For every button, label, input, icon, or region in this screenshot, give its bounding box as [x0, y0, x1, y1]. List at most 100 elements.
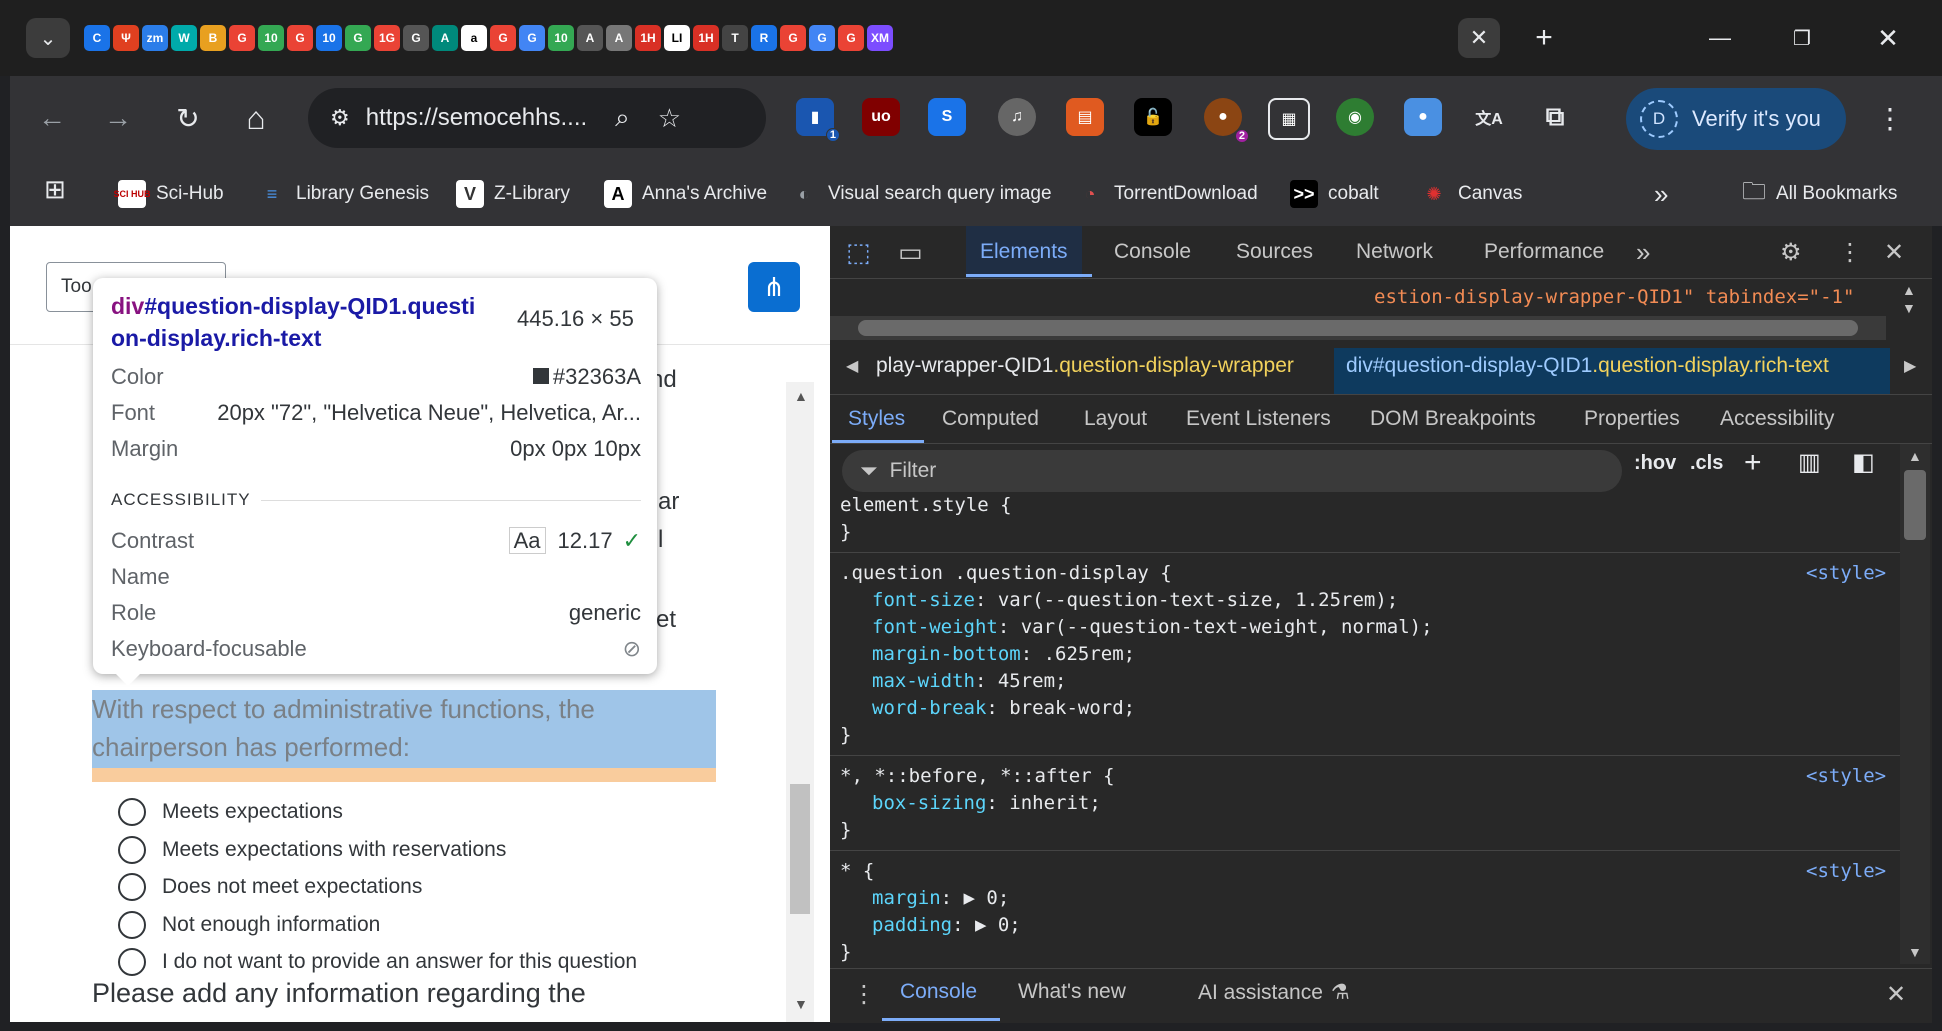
bookmark-item[interactable]: A Anna's Archive: [604, 172, 767, 216]
minimize-button[interactable]: —: [1690, 10, 1750, 66]
drawer-tab[interactable]: Console: [900, 980, 977, 1004]
styles-subtab[interactable]: Properties: [1584, 394, 1680, 444]
css-declaration[interactable]: margin: ▶ 0;: [872, 887, 1009, 909]
radio-button[interactable]: [118, 873, 146, 901]
scroll-down-icon[interactable]: ▼: [794, 996, 808, 1012]
dom-scroll-down-icon[interactable]: ▼: [1902, 300, 1916, 316]
answer-option[interactable]: Meets expectations: [118, 794, 343, 830]
cookie-extension-icon[interactable]: ● 2: [1204, 98, 1248, 142]
star-icon[interactable]: ☆: [658, 103, 681, 134]
reload-button[interactable]: ↻: [164, 94, 212, 142]
pinned-tab-favicon[interactable]: G: [287, 25, 313, 51]
window-close-button[interactable]: ✕: [1858, 10, 1918, 66]
sync-extension-icon[interactable]: S: [928, 98, 966, 136]
pinned-tab-favicon[interactable]: a: [461, 25, 487, 51]
pinned-tab-favicon[interactable]: A: [432, 25, 458, 51]
pinned-tab-favicon[interactable]: R: [751, 25, 777, 51]
page-scroll-thumb[interactable]: [790, 784, 810, 914]
browser-menu-button[interactable]: ⋮: [1866, 94, 1914, 142]
back-button[interactable]: ←: [28, 94, 76, 142]
pinned-tab-favicon[interactable]: G: [345, 25, 371, 51]
bookmark-item[interactable]: V Z-Library: [456, 172, 570, 216]
scroll-up-icon[interactable]: ▲: [794, 388, 808, 404]
pinned-tab-favicon[interactable]: 1H: [693, 25, 719, 51]
devtools-tab[interactable]: Elements: [966, 226, 1082, 278]
devtools-tab[interactable]: Console: [1114, 226, 1191, 278]
pinned-tab-favicon[interactable]: A: [606, 25, 632, 51]
pinned-tab-favicon[interactable]: G: [809, 25, 835, 51]
answer-option[interactable]: Does not meet expectations: [118, 869, 422, 905]
apps-grid-icon[interactable]: ⊞: [44, 174, 76, 206]
css-declaration[interactable]: padding: ▶ 0;: [872, 914, 1021, 936]
bookmark-item[interactable]: ≡ Library Genesis: [258, 172, 429, 216]
address-bar[interactable]: ⚙ https://semocehhs.... ⌕ ☆: [308, 88, 766, 148]
styles-subtab[interactable]: Layout: [1084, 394, 1147, 444]
bookmark-item[interactable]: ◐ Visual search query image: [790, 172, 1052, 216]
pinned-tab-favicon[interactable]: 10: [316, 25, 342, 51]
css-declaration[interactable]: box-sizing: inherit;: [872, 792, 1101, 814]
new-tab-button[interactable]: +: [1522, 18, 1566, 58]
share-button[interactable]: ⋔: [748, 262, 800, 312]
devtools-tab[interactable]: Sources: [1236, 226, 1313, 278]
lock-extension-icon[interactable]: 🔓: [1134, 98, 1172, 136]
tab-search-button[interactable]: ⌄: [26, 18, 70, 58]
horizontal-scroll-thumb[interactable]: [858, 320, 1858, 336]
styles-scroll-up-icon[interactable]: ▲: [1908, 448, 1922, 464]
rule-selector[interactable]: .question .question-display {: [840, 562, 1172, 584]
reader-extension-icon[interactable]: ▦: [1268, 98, 1310, 140]
pinned-tab-favicon[interactable]: T: [722, 25, 748, 51]
pinned-tab-favicon[interactable]: W: [171, 25, 197, 51]
styles-scroll-thumb[interactable]: [1904, 470, 1926, 540]
extensions-puzzle-icon[interactable]: ⧉: [1536, 98, 1574, 136]
pinned-tab-favicon[interactable]: XM: [867, 25, 893, 51]
rule-selector[interactable]: *, *::before, *::after {: [840, 765, 1115, 787]
devtools-tab[interactable]: Performance: [1484, 226, 1604, 278]
settings-gear-icon[interactable]: ⚙: [1780, 226, 1802, 278]
radio-button[interactable]: [118, 798, 146, 826]
pinned-tab-favicon[interactable]: G: [403, 25, 429, 51]
cls-toggle[interactable]: .cls: [1690, 452, 1723, 475]
answer-option[interactable]: Meets expectations with reservations: [118, 832, 506, 868]
rule-source-link[interactable]: <style>: [1806, 562, 1886, 584]
bookmark-item[interactable]: ◔ TorrentDownload: [1076, 172, 1258, 216]
device-toolbar-icon[interactable]: ▭: [898, 226, 923, 278]
rule-source-link[interactable]: <style>: [1806, 860, 1886, 882]
site-info-icon[interactable]: ⚙: [330, 105, 350, 131]
devtools-menu-icon[interactable]: ⋮: [1838, 226, 1862, 278]
hov-toggle[interactable]: :hov: [1634, 452, 1676, 475]
forward-button[interactable]: →: [94, 94, 142, 142]
music-extension-icon[interactable]: ♫: [998, 98, 1036, 136]
paint-brush-icon[interactable]: ▥: [1798, 448, 1821, 477]
all-bookmarks-button[interactable]: 🗀 All Bookmarks: [1742, 172, 1897, 216]
pinned-tab-favicon[interactable]: G: [838, 25, 864, 51]
drawer-tab[interactable]: AI assistance ⚗: [1198, 980, 1350, 1005]
rule-source-link[interactable]: <style>: [1806, 765, 1886, 787]
mic-extension-icon[interactable]: ●: [1404, 98, 1442, 136]
bookmark-item[interactable]: SCI HUB Sci-Hub: [114, 172, 224, 216]
css-declaration[interactable]: margin-bottom: .625rem;: [872, 643, 1135, 665]
drawer-close-icon[interactable]: ✕: [1886, 980, 1906, 1009]
sidebar-toggle-icon[interactable]: ◧: [1852, 448, 1875, 477]
pinned-tab-favicon[interactable]: 10: [258, 25, 284, 51]
tab-close-button[interactable]: ✕: [1458, 18, 1500, 58]
breadcrumb-item-selected[interactable]: div#question-display-QID1.question-displ…: [1346, 354, 1829, 378]
rule-selector[interactable]: * {: [840, 860, 874, 882]
breadcrumb-item-wrapper[interactable]: play-wrapper-QID1.question-display-wrapp…: [876, 354, 1294, 378]
styles-filter-input[interactable]: ⏷ Filter: [842, 450, 1622, 492]
dom-scroll-up-icon[interactable]: ▲: [1902, 282, 1916, 298]
page-scrollbar[interactable]: [786, 382, 814, 1022]
rule-selector[interactable]: element.style {: [840, 494, 1012, 516]
bookmark-item[interactable]: ✺ Canvas: [1420, 172, 1522, 216]
pinned-tab-favicon[interactable]: A: [577, 25, 603, 51]
pinned-tab-favicon[interactable]: B: [200, 25, 226, 51]
globe-extension-icon[interactable]: ◉: [1336, 98, 1374, 136]
drawer-tab[interactable]: What's new: [1018, 980, 1126, 1004]
pinned-tab-favicon[interactable]: LI: [664, 25, 690, 51]
css-declaration[interactable]: max-width: 45rem;: [872, 670, 1066, 692]
bookmark-item[interactable]: >> cobalt: [1290, 172, 1379, 216]
breadcrumb-left-icon[interactable]: ◀: [846, 356, 858, 376]
restore-button[interactable]: ❐: [1772, 10, 1832, 66]
pinned-tab-favicon[interactable]: 1H: [635, 25, 661, 51]
pinned-tab-favicon[interactable]: 1G: [374, 25, 400, 51]
devtools-close-icon[interactable]: ✕: [1884, 226, 1904, 278]
